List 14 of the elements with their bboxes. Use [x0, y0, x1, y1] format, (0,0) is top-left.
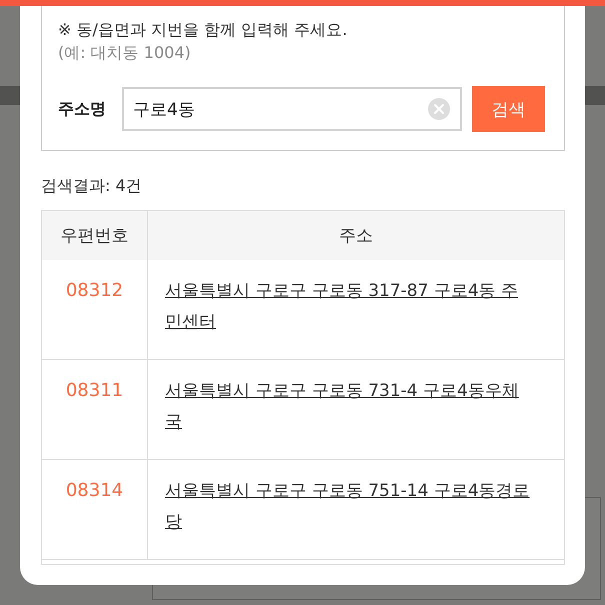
- clear-icon[interactable]: [428, 98, 450, 120]
- postcode-text: 08314: [66, 480, 124, 501]
- address-link[interactable]: 서울특별시 구로구 구로동 731-4 구로4동우체국: [165, 376, 530, 438]
- address-link[interactable]: 서울특별시 구로구 구로동 317-87 구로4동 주민센터: [165, 276, 530, 338]
- postcode-text: 08312: [66, 280, 124, 301]
- postcode-text: 08311: [66, 380, 124, 401]
- result-count: 검색결과: 4건: [41, 175, 143, 197]
- field-label: 주소명: [58, 98, 107, 120]
- column-header: 주소: [147, 211, 564, 260]
- address-input[interactable]: 구로4동: [122, 87, 462, 131]
- example-text: (예: 대치동 1004): [58, 42, 192, 64]
- address-link[interactable]: 서울특별시 구로구 구로동 751-14 구로4동경로당: [165, 476, 530, 538]
- column-header: 우편번호: [60, 225, 130, 248]
- notice-text: ※ 동/읍면과 지번을 함께 입력해 주세요.: [58, 19, 348, 41]
